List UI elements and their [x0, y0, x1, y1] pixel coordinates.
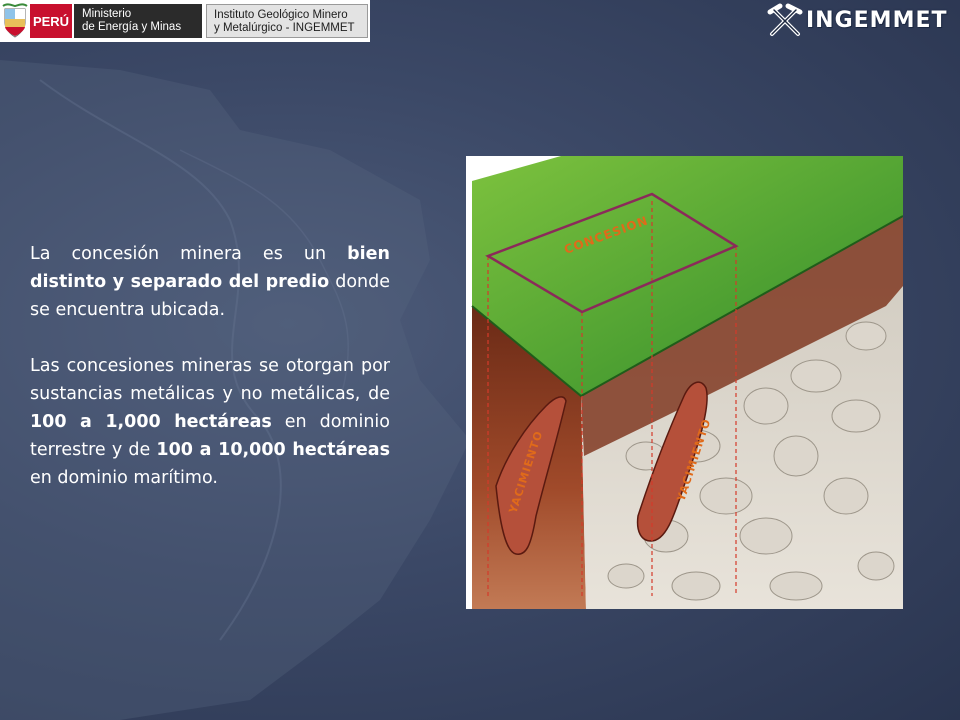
- institute-line-2: y Metalúrgico - INGEMMET: [214, 22, 355, 34]
- coat-of-arms-icon: [2, 3, 28, 38]
- p2-bold-1: 100 a 1,000 hectáreas: [30, 412, 272, 432]
- ministry-label: Ministerio de Energía y Minas: [74, 4, 202, 38]
- p2-text-1: Las concesiones mineras se otorgan por s…: [30, 356, 390, 404]
- p2-text-3: en dominio marítimo.: [30, 468, 218, 488]
- paragraph-concession-nature: La concesión minera es un bien distinto …: [30, 240, 390, 324]
- ingemmet-brand-logo: INGEMMET: [764, 2, 947, 42]
- paragraph-concession-sizes: Las concesiones mineras se otorgan por s…: [30, 352, 390, 492]
- crossed-hammers-icon: [767, 3, 803, 36]
- ministry-line-2: de Energía y Minas: [82, 21, 182, 33]
- ministry-line-1: Ministerio: [82, 8, 132, 20]
- institute-label: Instituto Geológico Minero y Metalúrgico…: [206, 4, 368, 38]
- p2-bold-2: 100 a 10,000 hectáreas: [156, 440, 390, 460]
- p1-text-1: La concesión minera es un: [30, 244, 348, 264]
- terrain-block-diagram: CONCESION YACIMIENTO YACIMIENTO: [471, 156, 903, 609]
- brand-name: INGEMMET: [806, 8, 948, 33]
- body-text: La concesión minera es un bien distinto …: [30, 240, 390, 520]
- country-label: PERÚ: [30, 4, 72, 38]
- header-bar: PERÚ Ministerio de Energía y Minas Insti…: [0, 0, 960, 42]
- concession-illustration: CONCESION YACIMIENTO YACIMIENTO: [466, 156, 903, 609]
- institute-line-1: Instituto Geológico Minero: [214, 9, 348, 21]
